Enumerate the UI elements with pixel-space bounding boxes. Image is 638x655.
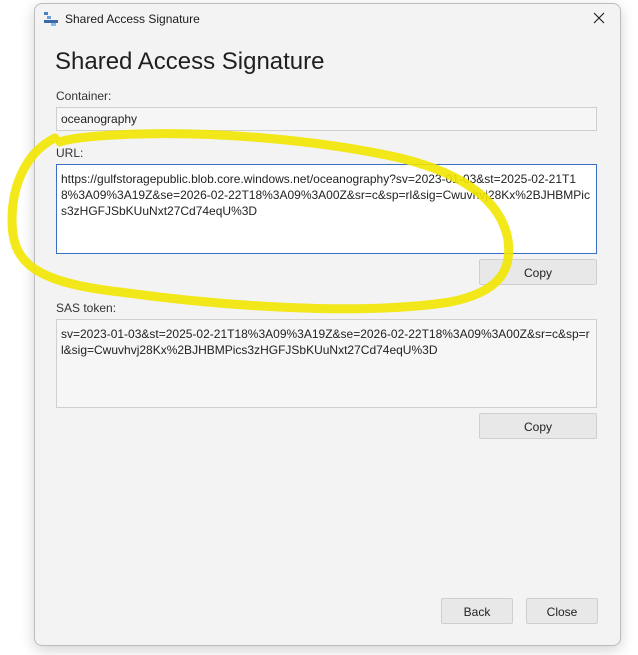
sas-token-field[interactable]: sv=2023-01-03&st=2025-02-21T18%3A09%3A19… (56, 319, 597, 408)
back-button[interactable]: Back (441, 598, 513, 624)
container-field[interactable]: oceanography (56, 107, 597, 131)
url-field[interactable]: https://gulfstoragepublic.blob.core.wind… (56, 164, 597, 254)
page-title: Shared Access Signature (55, 48, 325, 75)
container-label: Container: (56, 89, 112, 103)
url-label: URL: (56, 146, 84, 160)
copy-sas-token-button[interactable]: Copy (479, 413, 597, 439)
title-bar: Shared Access Signature (35, 4, 620, 34)
window-title: Shared Access Signature (65, 12, 200, 26)
sas-dialog: Shared Access Signature Shared Access Si… (34, 3, 621, 646)
close-window-button[interactable] (580, 4, 620, 34)
copy-url-button[interactable]: Copy (479, 259, 597, 285)
sas-token-label: SAS token: (56, 301, 117, 315)
storage-explorer-icon (44, 12, 58, 26)
close-button[interactable]: Close (526, 598, 598, 624)
close-icon (593, 12, 605, 24)
